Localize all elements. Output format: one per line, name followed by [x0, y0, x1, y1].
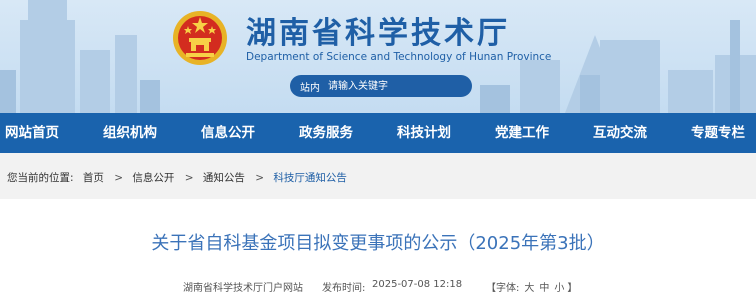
nav-item-gov-services[interactable]: 政务服务 [299, 113, 353, 153]
publish-date: 2025-07-08 12:18 [372, 279, 463, 290]
publish-date-label: 发布时间: [322, 283, 366, 294]
nav-item-party-building[interactable]: 党建工作 [495, 113, 549, 153]
breadcrumb-info-disclosure-link[interactable]: 信息公开 [132, 170, 174, 185]
font-size-small-button[interactable]: 小 [554, 283, 564, 294]
font-size-large-button[interactable]: 大 [524, 283, 534, 294]
site-header: 湖南省科学技术厅 Department of Science and Techn… [0, 0, 756, 113]
search-scope-selector[interactable]: 站内 [300, 79, 320, 94]
font-size-medium-button[interactable]: 中 [539, 283, 549, 294]
breadcrumb-bar: 您当前的位置: 首页 > 信息公开 > 通知公告 > 科技厅通知公告 [0, 153, 756, 199]
nav-item-info-disclosure[interactable]: 信息公开 [201, 113, 255, 153]
article-title: 关于省自科基金项目拟变更事项的公示（2025年第3批） [151, 233, 605, 254]
nav-item-interaction[interactable]: 互动交流 [593, 113, 647, 153]
article-source: 湖南省科学技术厅门户网站 [183, 283, 303, 294]
site-title: 湖南省科学技术厅 [246, 16, 510, 51]
breadcrumb-dept-notices-link[interactable]: 科技厅通知公告 [273, 170, 347, 185]
main-nav: 网站首页 组织机构 信息公开 政务服务 科技计划 党建工作 互动交流 专题专栏 [0, 113, 756, 153]
national-emblem-icon [173, 11, 227, 65]
site-subtitle: Department of Science and Technology of … [246, 51, 552, 63]
search-input[interactable] [328, 78, 463, 94]
breadcrumb-separator: > [114, 172, 124, 184]
breadcrumb-separator: > [255, 172, 265, 184]
breadcrumb: 您当前的位置: 首页 > 信息公开 > 通知公告 > 科技厅通知公告 [7, 170, 347, 185]
breadcrumb-notices-link[interactable]: 通知公告 [203, 170, 245, 185]
breadcrumb-label: 您当前的位置: [7, 172, 74, 184]
nav-item-home[interactable]: 网站首页 [5, 113, 59, 153]
font-size-label: 【字体: [486, 283, 520, 294]
search-box: 站内 [290, 75, 472, 97]
font-size-close: 】 [567, 283, 578, 294]
nav-item-organization[interactable]: 组织机构 [103, 113, 157, 153]
breadcrumb-separator: > [184, 172, 194, 184]
nav-item-sci-tech-plans[interactable]: 科技计划 [397, 113, 451, 153]
breadcrumb-home-link[interactable]: 首页 [83, 170, 104, 185]
nav-item-special-topics[interactable]: 专题专栏 [691, 113, 745, 153]
font-size-control: 【字体: 大中小】 [486, 279, 577, 294]
